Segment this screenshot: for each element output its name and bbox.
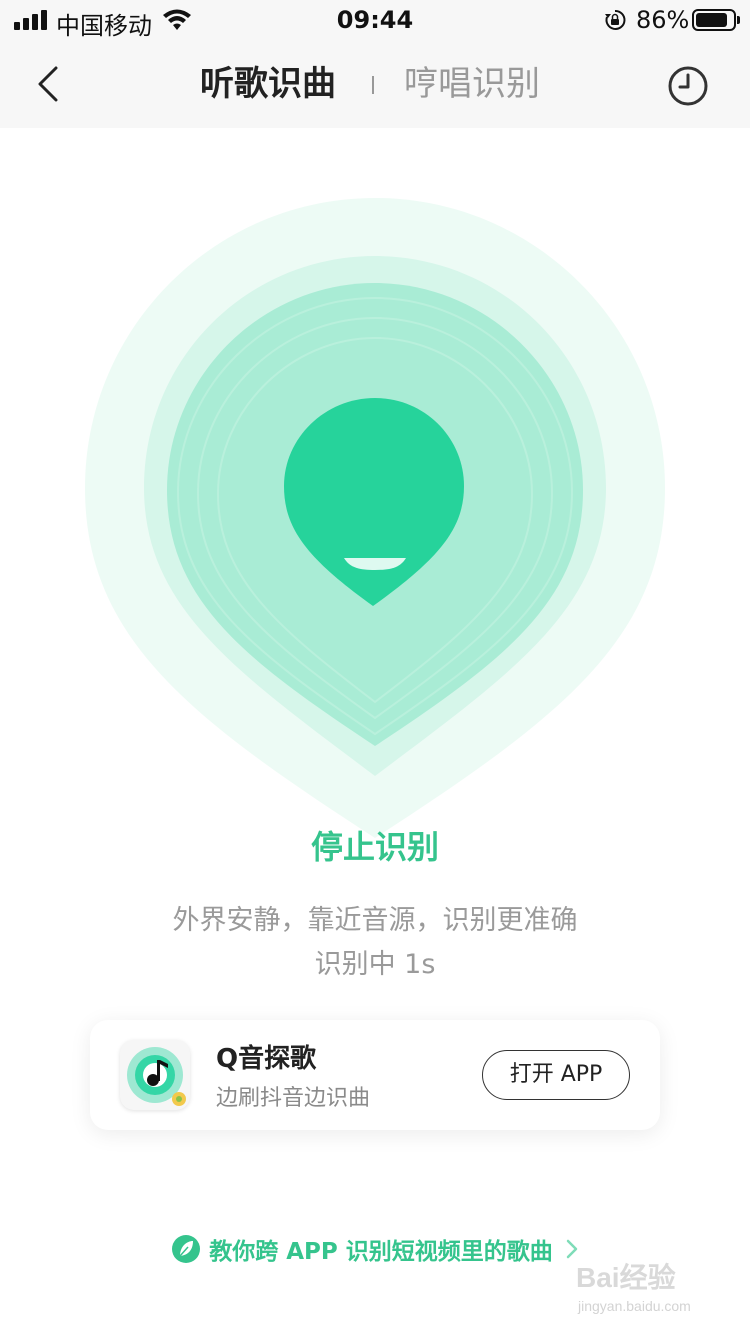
tab-divider [372,76,374,94]
open-app-button[interactable]: 打开 APP [482,1050,630,1100]
battery-icon [692,9,740,31]
clock-icon [668,66,708,106]
orientation-lock-icon [605,9,626,30]
status-bar: 中国移动 09:44 86% [0,0,750,40]
watermark-text: Bai经验 [576,1262,676,1293]
battery-percent: 86% [636,6,690,34]
app-description: 边刷抖音边识曲 [216,1086,371,1111]
watermark-url: jingyan.baidu.com [578,1298,691,1314]
promo-card[interactable]: Q音探歌 边刷抖音边识曲 打开 APP [90,1020,660,1130]
recognition-progress: 识别中 1s [314,949,436,980]
history-button[interactable] [666,64,710,108]
recognize-pulse-button[interactable] [0,128,750,848]
baidu-watermark: Bai经验 jingyan.baidu.com [572,1254,722,1326]
app-icon [120,1040,190,1110]
chevron-left-icon [38,66,58,102]
tip-text: 教你跨 APP 识别短视频里的歌曲 [209,1239,553,1265]
app-name: Q音探歌 [216,1044,317,1074]
hint-text: 外界安静，靠近音源，识别更准确 [172,905,578,936]
stop-recognition-button[interactable]: 停止识别 [0,822,750,868]
tab-song-recognition[interactable]: 听歌识曲 [200,62,336,106]
tab-humming-recognition[interactable]: 哼唱识别 [404,62,540,106]
leaf-icon [172,1235,201,1263]
back-button[interactable] [22,58,74,110]
nav-bar: 听歌识曲 哼唱识别 [0,40,750,128]
